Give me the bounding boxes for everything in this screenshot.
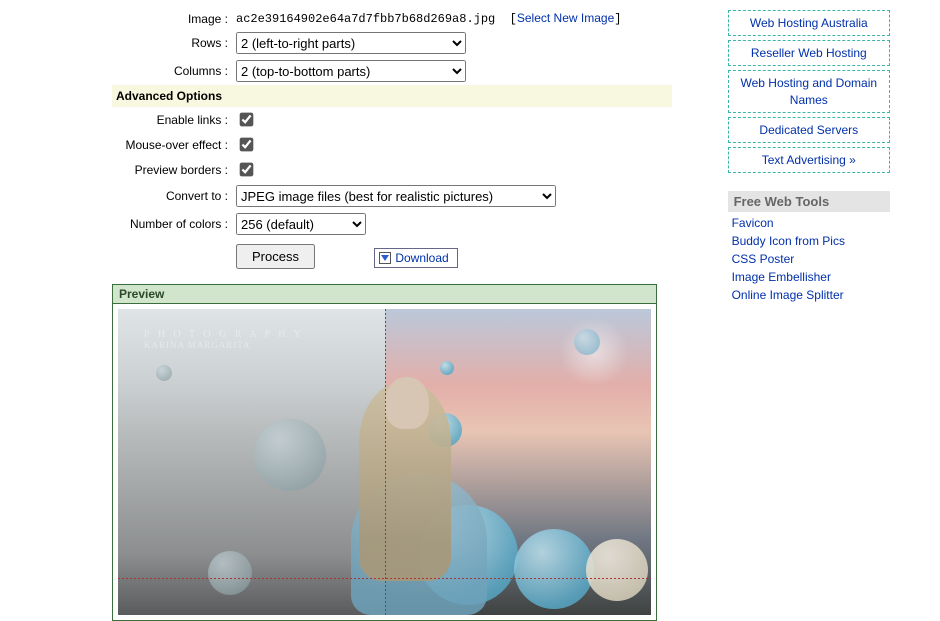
download-box[interactable]: Download [374, 248, 457, 268]
rows-select[interactable]: 2 (left-to-right parts) [236, 32, 466, 54]
preview-borders-label: Preview borders : [112, 157, 232, 182]
colors-label: Number of colors : [112, 210, 232, 238]
enable-links-checkbox[interactable] [240, 113, 254, 127]
select-new-image-link[interactable]: Select New Image [517, 11, 614, 25]
image-value-cell: ac2e39164902e64a7d7fbb7b68d269a8.jpg [Se… [232, 8, 672, 29]
nav-link-reseller[interactable]: Reseller Web Hosting [731, 45, 887, 61]
mouseover-label: Mouse-over effect : [112, 132, 232, 157]
watermark: P H O T O G R A P H Y KARINA MARGARITA [144, 329, 304, 350]
download-link[interactable]: Download [395, 251, 448, 265]
tool-link-buddy-icon[interactable]: Buddy Icon from Pics [732, 234, 845, 248]
tool-link-css-poster[interactable]: CSS Poster [732, 252, 795, 266]
mouseover-checkbox[interactable] [240, 138, 254, 152]
chevron-down-icon [379, 252, 391, 264]
nav-list: Web Hosting Australia Reseller Web Hosti… [728, 10, 890, 173]
nav-link-dedicated[interactable]: Dedicated Servers [731, 122, 887, 138]
form-table: Image : ac2e39164902e64a7d7fbb7b68d269a8… [112, 8, 672, 272]
tool-link-favicon[interactable]: Favicon [732, 216, 774, 230]
colors-select[interactable]: 256 (default) [236, 213, 366, 235]
preview-title: Preview [113, 285, 656, 304]
convert-label: Convert to : [112, 182, 232, 210]
tool-link-image-splitter[interactable]: Online Image Splitter [732, 288, 844, 302]
cols-label: Columns : [112, 57, 232, 85]
sidebar: Web Hosting Australia Reseller Web Hosti… [728, 8, 890, 621]
nav-link-domain-names[interactable]: Web Hosting and Domain Names [731, 75, 887, 107]
tools-heading: Free Web Tools [728, 191, 890, 212]
tool-link-image-embellisher[interactable]: Image Embellisher [732, 270, 831, 284]
nav-link-web-hosting-au[interactable]: Web Hosting Australia [731, 15, 887, 31]
image-filename: ac2e39164902e64a7d7fbb7b68d269a8.jpg [236, 12, 495, 26]
preview-panel: Preview [112, 284, 657, 621]
cols-select[interactable]: 2 (top-to-bottom parts) [236, 60, 466, 82]
split-line-vertical [385, 309, 386, 615]
advanced-options-heading: Advanced Options [112, 85, 672, 107]
enable-links-label: Enable links : [112, 107, 232, 132]
nav-link-text-advertising[interactable]: Text Advertising » [731, 152, 887, 168]
main-form-area: Image : ac2e39164902e64a7d7fbb7b68d269a8… [112, 8, 708, 621]
process-button[interactable]: Process [236, 244, 315, 269]
image-label: Image : [112, 8, 232, 29]
tool-list: Favicon Buddy Icon from Pics CSS Poster … [728, 212, 890, 304]
preview-borders-checkbox[interactable] [240, 163, 254, 177]
convert-select[interactable]: JPEG image files (best for realistic pic… [236, 185, 556, 207]
preview-image: P H O T O G R A P H Y KARINA MARGARITA [118, 309, 651, 615]
rows-label: Rows : [112, 29, 232, 57]
